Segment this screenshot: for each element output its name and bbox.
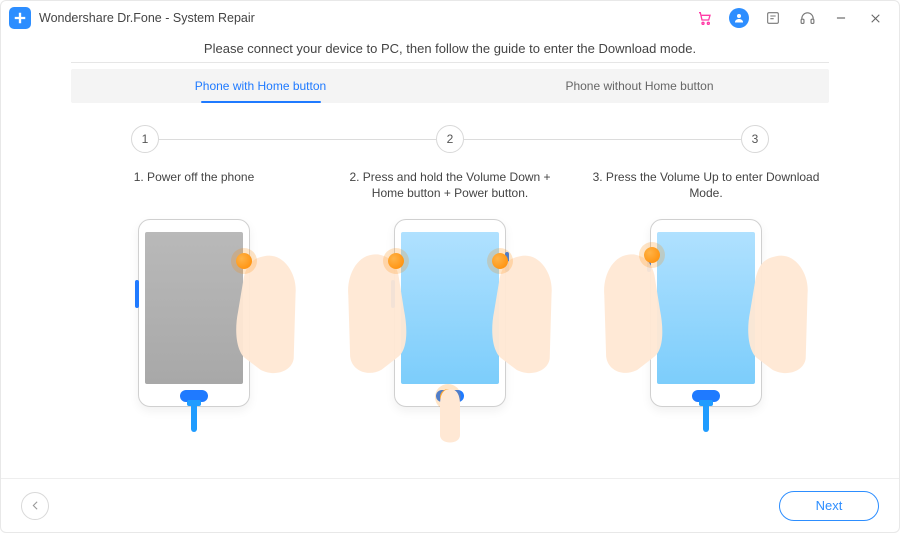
- step-circle-2: 2: [436, 125, 464, 153]
- minimize-button[interactable]: [831, 8, 851, 28]
- step-1-label: 1. Power off the phone: [128, 169, 261, 213]
- step-3: 3. Press the Volume Up to enter Download…: [583, 169, 829, 449]
- support-headset-icon[interactable]: [797, 8, 817, 28]
- tab-phone-without-home[interactable]: Phone without Home button: [450, 69, 829, 103]
- step-circle-1: 1: [131, 125, 159, 153]
- user-avatar-icon[interactable]: [729, 8, 749, 28]
- window-title: Wondershare Dr.Fone - System Repair: [39, 11, 255, 25]
- feedback-icon[interactable]: [763, 8, 783, 28]
- step-2-label: 2. Press and hold the Volume Down + Home…: [327, 169, 573, 213]
- step-line: [159, 139, 436, 140]
- finger-icon: [430, 389, 470, 449]
- step-indicator: 1 2 3: [71, 125, 829, 153]
- title-bar: Wondershare Dr.Fone - System Repair: [1, 1, 899, 35]
- tab-phone-with-home[interactable]: Phone with Home button: [71, 69, 450, 103]
- step-3-label: 3. Press the Volume Up to enter Download…: [583, 169, 829, 213]
- touch-indicator-icon: [492, 253, 508, 269]
- step-2-illustration: [370, 219, 530, 449]
- step-3-illustration: [626, 219, 786, 449]
- next-button[interactable]: Next: [779, 491, 879, 521]
- step-2: 2. Press and hold the Volume Down + Home…: [327, 169, 573, 449]
- app-logo: [9, 7, 31, 29]
- back-button[interactable]: [21, 492, 49, 520]
- device-type-tabs: Phone with Home button Phone without Hom…: [71, 69, 829, 103]
- instruction-text: Please connect your device to PC, then f…: [71, 41, 829, 56]
- step-line: [464, 139, 741, 140]
- footer-bar: Next: [1, 478, 899, 532]
- step-1-illustration: [114, 219, 274, 449]
- divider: [71, 62, 829, 63]
- step-1: 1. Power off the phone: [71, 169, 317, 449]
- touch-indicator-icon: [236, 253, 252, 269]
- touch-indicator-icon: [644, 247, 660, 263]
- touch-indicator-icon: [388, 253, 404, 269]
- close-button[interactable]: [865, 8, 885, 28]
- cart-icon[interactable]: [695, 8, 715, 28]
- step-circle-3: 3: [741, 125, 769, 153]
